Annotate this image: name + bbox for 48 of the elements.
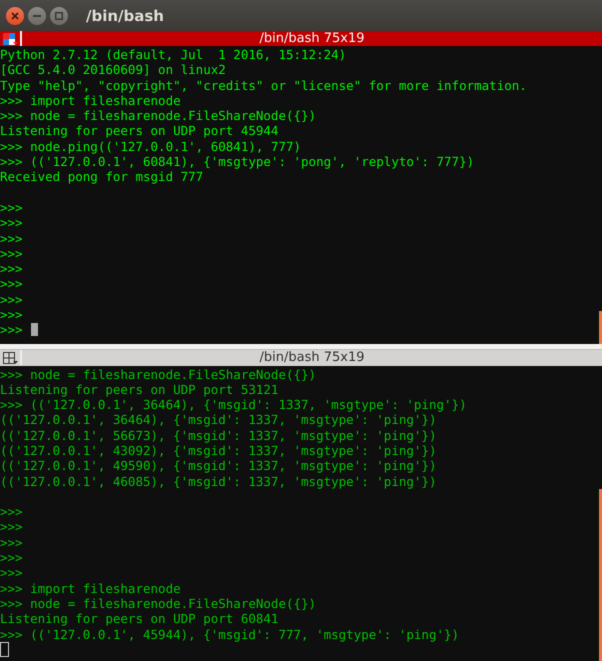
terminal-line: >>> [0,307,23,322]
terminal-line: Listening for peers on UDP port 45944 [0,123,278,139]
terminal-line: (('127.0.0.1', 43092), {'msgid': 1337, 'msgtype': 'ping'}) [0,442,436,458]
maximize-icon [55,12,63,20]
minimize-icon [33,14,41,16]
terminal-line: >>> [0,322,23,338]
terminal-line: >>> [0,215,23,231]
terminal-line: >>> [0,292,23,308]
terminal-line: Received pong for msgid 777 [0,169,204,185]
maximize-button[interactable] [50,6,68,24]
terminal-line: >>> (('127.0.0.1', 36464), {'msgid': 1337, 'msgtype': 'ping'}) [0,397,467,412]
terminal-line: Listening for peers on UDP port 53121 [0,382,278,398]
terminal-line: >>> [0,261,23,276]
terminal-line: (('127.0.0.1', 56673), {'msgid': 1337, 'msgtype': 'ping'}) [0,428,436,443]
window-title: /bin/bash [86,6,164,24]
terminal-line: >>> [0,504,23,520]
terminal-line: >>> [0,246,23,262]
terminal-line: (('127.0.0.1', 36464), {'msgid': 1337, 'msgtype': 'ping'}) [0,412,436,428]
terminal-line: >>> [0,550,23,566]
terminal-line: (('127.0.0.1', 49590), {'msgid': 1337, 'msgtype': 'ping'}) [0,458,436,474]
scrollbar-thumb[interactable] [599,311,602,344]
terminal-line: >>> import filesharenode [0,92,181,108]
terminal-line: >>> node = filesharenode.FileShareNode({}) [0,108,316,124]
terminal-line: Type "help", "copyright", "credits" or "license" for more information. [0,78,527,93]
pane-title: /bin/bash 75x19 [258,350,366,365]
pane-title: /bin/bash 75x19 [258,31,366,46]
close-icon [11,12,19,20]
terminal-line: >>> [0,200,23,216]
terminal-line: >>> (('127.0.0.1', 45944), {'msgid': 777, 'msgtype': 'ping'}) [0,626,460,642]
terminal-line: (('127.0.0.1', 46085), {'msgid': 1337, 'msgtype': 'ping'}) [0,474,436,489]
terminal-line: Listening for peers on UDP port 60841 [0,611,278,627]
split-menu-icon[interactable] [2,350,18,364]
terminal-line: >>> [0,276,23,292]
terminal-line: >>> [0,534,23,550]
terminal-line: >>> (('127.0.0.1', 60841), {'msgtype': 'pong', 'replyto': 777}) [0,154,474,170]
scrollbar-thumb[interactable] [599,488,602,661]
terminal-line: >>> import filesharenode [0,580,181,596]
minimize-button[interactable] [28,6,46,24]
terminal-line: >>> node = filesharenode.FileShareNode({}) [0,596,316,612]
terminal-line: >>> node = filesharenode.FileShareNode({}) [0,366,316,382]
terminal-line: >>> [0,230,23,246]
close-button[interactable] [6,6,24,24]
terminal-line: >>> [0,519,23,535]
split-menu-icon[interactable] [2,32,18,46]
terminal-line: >>> [0,565,23,581]
terminal-line: [GCC 5.4.0 20160609] on linux2 [0,62,226,78]
terminal-line: >>> node.ping(('127.0.0.1', 60841), 777) [0,138,302,154]
terminal-line: Python 2.7.12 (default, Jul 1 2016, 15:12:24) [0,47,346,62]
